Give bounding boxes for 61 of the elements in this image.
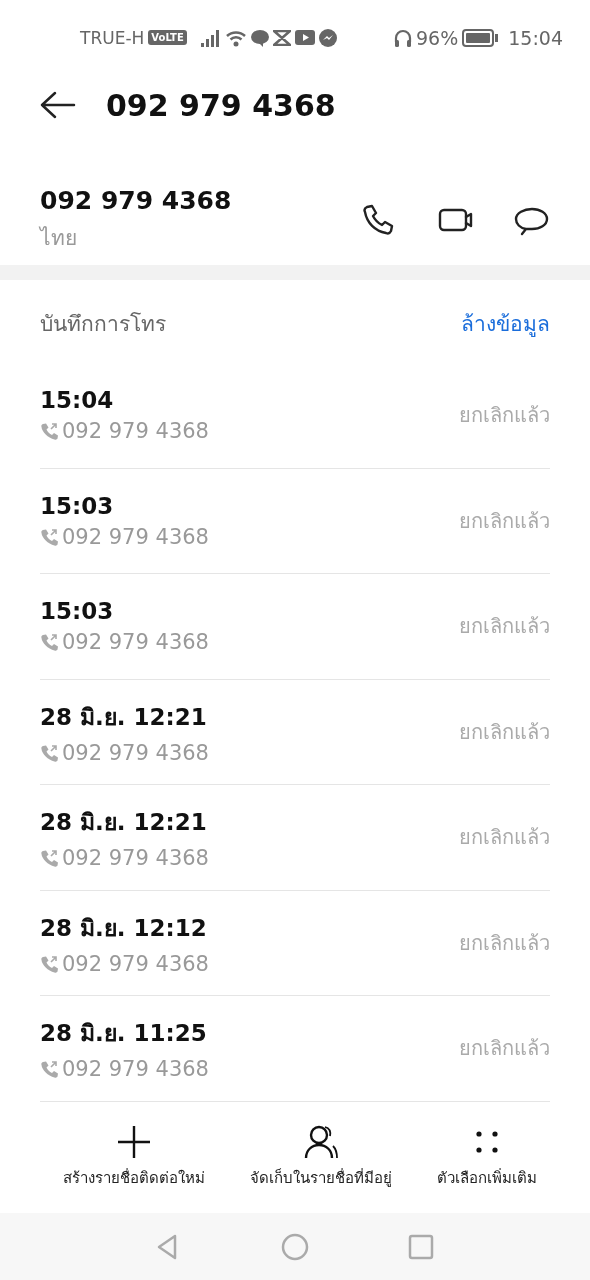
call-number: 092 979 4368 (62, 630, 209, 655)
chat-bubble-icon (250, 28, 269, 47)
call-status: ยกเลิกแล้ว (459, 824, 550, 852)
messenger-icon (318, 28, 337, 47)
call-number: 092 979 4368 (62, 1057, 209, 1082)
bowtie-icon (272, 29, 291, 46)
call-status: ยกเลิกแล้ว (459, 507, 550, 535)
home-circle-icon (281, 1232, 309, 1261)
phone-number: 092 979 4368 (40, 186, 232, 215)
action-button[interactable]: ตัวเลือกเพิ่มเติม (437, 1124, 538, 1191)
call-log-row[interactable]: 28 มิ.ย. 12:21 092 979 4368 ยกเลิกแล้ว (40, 679, 550, 785)
call-number: 092 979 4368 (62, 524, 209, 549)
outgoing-call-icon (40, 633, 58, 652)
outgoing-call-icon (40, 527, 58, 546)
play-icon (294, 30, 315, 45)
outgoing-call-icon (40, 849, 58, 868)
call-log-row[interactable]: 15:04 092 979 4368 ยกเลิกแล้ว (40, 363, 550, 469)
clock-time: 15:04 (508, 26, 563, 49)
call-time: 15:03 (40, 492, 115, 519)
call-number: 092 979 4368 (62, 846, 209, 871)
call-status: ยกเลิกแล้ว (459, 1035, 550, 1063)
headphones-icon (394, 27, 412, 48)
call-log-row[interactable]: 15:03 092 979 4368 ยกเลิกแล้ว (40, 574, 550, 680)
call-log-row[interactable]: 28 มิ.ย. 11:25 092 979 4368 ยกเลิกแล้ว (40, 996, 550, 1102)
call-number: 092 979 4368 (62, 951, 209, 976)
outgoing-call-icon (40, 954, 58, 973)
volte-badge: VoLTE (148, 30, 187, 45)
signal-icon (200, 28, 221, 47)
call-time: 28 มิ.ย. 12:12 (40, 913, 208, 943)
call-log-row[interactable]: 28 มิ.ย. 12:12 092 979 4368 ยกเลิกแล้ว (40, 890, 550, 996)
battery-percent: 96% (416, 26, 459, 49)
action-button[interactable]: จัดเก็บในรายชื่อที่มีอยู่ (250, 1124, 392, 1191)
call-time: 15:03 (40, 598, 115, 625)
call-number: 092 979 4368 (62, 419, 209, 444)
call-log-row[interactable]: 28 มิ.ย. 12:21 092 979 4368 ยกเลิกแล้ว (40, 785, 550, 891)
plus-icon (115, 1124, 152, 1161)
action-button[interactable]: สร้างรายชื่อติดต่อใหม่ (62, 1124, 205, 1191)
call-log-row[interactable]: 15:03 092 979 4368 ยกเลิกแล้ว (40, 468, 550, 574)
call-time: 15:04 (40, 387, 115, 414)
back-button[interactable] (40, 91, 76, 119)
call-time: 28 มิ.ย. 12:21 (40, 702, 208, 732)
call-status: ยกเลิกแล้ว (459, 402, 550, 430)
call-number: 092 979 4368 (62, 740, 209, 765)
location-label: ไทย (40, 225, 78, 252)
person-icon (303, 1124, 339, 1161)
wifi-icon (224, 28, 247, 47)
battery-icon (462, 28, 499, 47)
clear-link[interactable]: ล้างข้อมูล (461, 306, 550, 340)
back-arrow-icon (40, 91, 76, 119)
outgoing-call-icon (40, 422, 58, 441)
section-title: บันทึกการโทร (40, 310, 166, 338)
outgoing-call-icon (40, 1060, 58, 1079)
square-icon (407, 1232, 435, 1261)
call-time: 28 มิ.ย. 11:25 (40, 1019, 208, 1049)
call-time: 28 มิ.ย. 12:21 (40, 808, 208, 838)
carrier-label: TRUE-H (80, 27, 145, 48)
outgoing-call-icon (40, 743, 58, 762)
call-status: ยกเลิกแล้ว (459, 613, 550, 641)
page-title: 092 979 4368 (106, 87, 336, 123)
call-status: ยกเลิกแล้ว (459, 929, 550, 957)
call-status: ยกเลิกแล้ว (459, 718, 550, 746)
